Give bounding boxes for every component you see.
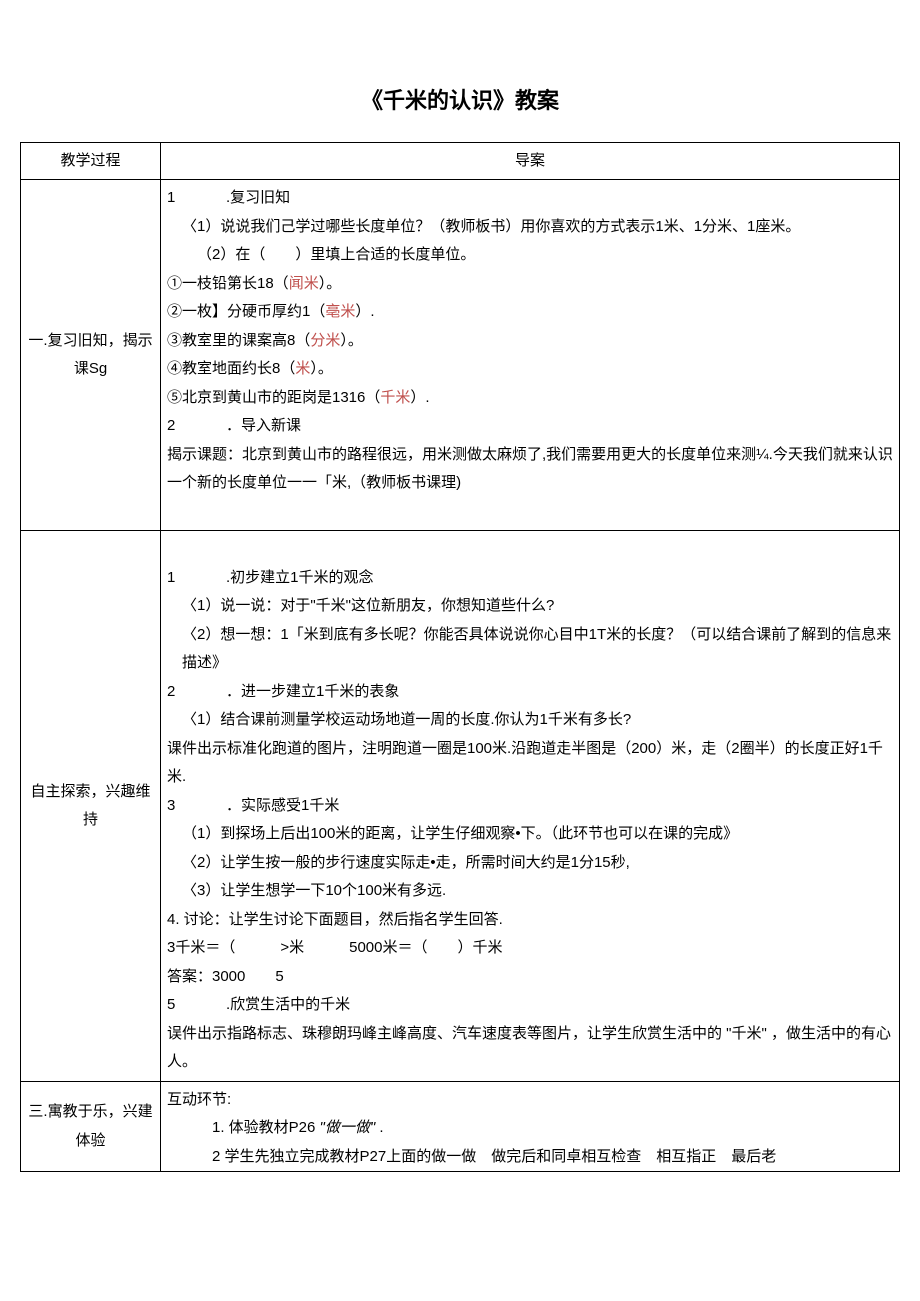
body-text: 〈2）想一想：1「米到底有多长呢？你能否具体说说你心目中1T米的长度？（可以结合… — [167, 621, 893, 678]
answer-text: 亳米 — [325, 303, 355, 320]
row-label: 三.寓教于乐，兴建体验 — [21, 1081, 161, 1172]
fill-item: ③教室里的课案高8（分米）。 — [167, 327, 893, 356]
body-text: 答案：3000 5 — [167, 963, 893, 992]
answer-text: 千米 — [380, 389, 410, 406]
body-text: 揭示课题：北京到黄山市的路程很远，用米测做太麻烦了,我们需要用更大的长度单位来测… — [167, 441, 893, 498]
list-number: 1 — [167, 564, 181, 593]
body-text: 2 学生先独立完成教材P27上面的做一做 做完后和同卓相互检查 相互指正 最后老 — [167, 1143, 893, 1172]
row-content: 1 .复习旧知 〈1）说说我们己学过哪些长度单位？（教师板书）用你喜欢的方式表示… — [161, 180, 900, 531]
lesson-table: 教学过程 导案 一.复习旧知，揭示课Sg 1 .复习旧知 〈1）说说我们己学过哪… — [20, 142, 900, 1173]
header-col1: 教学过程 — [21, 142, 161, 180]
fill-item: ⑤北京到黄山市的距岗是1316（千米）. — [167, 384, 893, 413]
body-text: 误件出示指路标志、珠穆朗玛峰主峰高度、汽车速度表等图片，让学生欣赏生活中的 "千… — [167, 1020, 893, 1077]
table-row: 三.寓教于乐，兴建体验 互动环节: 1. 体验教材P26 "做一做" . 2 学… — [21, 1081, 900, 1172]
heading-text: .初步建立1千米的观念 — [226, 569, 374, 586]
list-number: 2 — [167, 412, 181, 441]
header-col2: 导案 — [161, 142, 900, 180]
row-label: 自主探索，兴趣维持 — [21, 531, 161, 1082]
row-content: 1 .初步建立1千米的观念 〈1）说一说：对于"千米"这位新朋友，你想知道些什么… — [161, 531, 900, 1082]
list-number: 3 — [167, 792, 181, 821]
table-header-row: 教学过程 导案 — [21, 142, 900, 180]
list-number: 1 — [167, 184, 181, 213]
body-text: 1. 体验教材P26 "做一做" . — [167, 1114, 893, 1143]
table-row: 自主探索，兴趣维持 1 .初步建立1千米的观念 〈1）说一说：对于"千米"这位新… — [21, 531, 900, 1082]
answer-text: 分米 — [310, 332, 340, 349]
fill-item: ①一枝铅第长18（闻米）。 — [167, 270, 893, 299]
heading-text: 4. 讨论：让学生讨论下面题目，然后指名学生回答. — [167, 906, 893, 935]
row-content: 互动环节: 1. 体验教材P26 "做一做" . 2 学生先独立完成教材P27上… — [161, 1081, 900, 1172]
heading-text: 互动环节: — [167, 1086, 893, 1115]
body-text: 〈1）说一说：对于"千米"这位新朋友，你想知道些什么? — [167, 592, 893, 621]
answer-text: 米 — [295, 360, 310, 377]
page-title: 《千米的认识》教案 — [20, 80, 900, 122]
body-text: 〈2）让学生按一般的步行速度实际走•走，所需时间大约是1分15秒, — [167, 849, 893, 878]
row-label: 一.复习旧知，揭示课Sg — [21, 180, 161, 531]
body-text: （1）到探场上后出100米的距离，让学生仔细观察•下。（此环节也可以在课的完成》 — [167, 820, 893, 849]
list-number: 2 — [167, 678, 181, 707]
heading-text: ．实际感受1千米 — [226, 797, 339, 814]
fill-item: ②一枚】分硬币厚约1（亳米）. — [167, 298, 893, 327]
body-text: 〈1）说说我们己学过哪些长度单位？（教师板书）用你喜欢的方式表示1米、1分米、1… — [167, 213, 893, 242]
heading-text: ．导入新课 — [226, 417, 301, 434]
heading-text: .欣赏生活中的千米 — [226, 996, 350, 1013]
heading-text: ．进一步建立1千米的表象 — [226, 683, 399, 700]
table-row: 一.复习旧知，揭示课Sg 1 .复习旧知 〈1）说说我们己学过哪些长度单位？（教… — [21, 180, 900, 531]
body-text: 课件出示标准化跑道的图片，注明跑道一圈是100米.沿跑道走半图是（200）米，走… — [167, 735, 893, 792]
fill-item: ④教室地面约长8（米）。 — [167, 355, 893, 384]
body-text: （2）在（ ）里填上合适的长度单位。 — [167, 241, 893, 270]
answer-text: 闻米 — [289, 275, 319, 292]
body-text: 3千米＝（ >米 5000米＝（ ）千米 — [167, 934, 893, 963]
list-number: 5 — [167, 991, 181, 1020]
body-text: 〈3）让学生想学一下10个100米有多远. — [167, 877, 893, 906]
body-text: 〈1）结合课前测量学校运动场地道一周的长度.你认为1千米有多长? — [167, 706, 893, 735]
heading-text: .复习旧知 — [226, 189, 290, 206]
